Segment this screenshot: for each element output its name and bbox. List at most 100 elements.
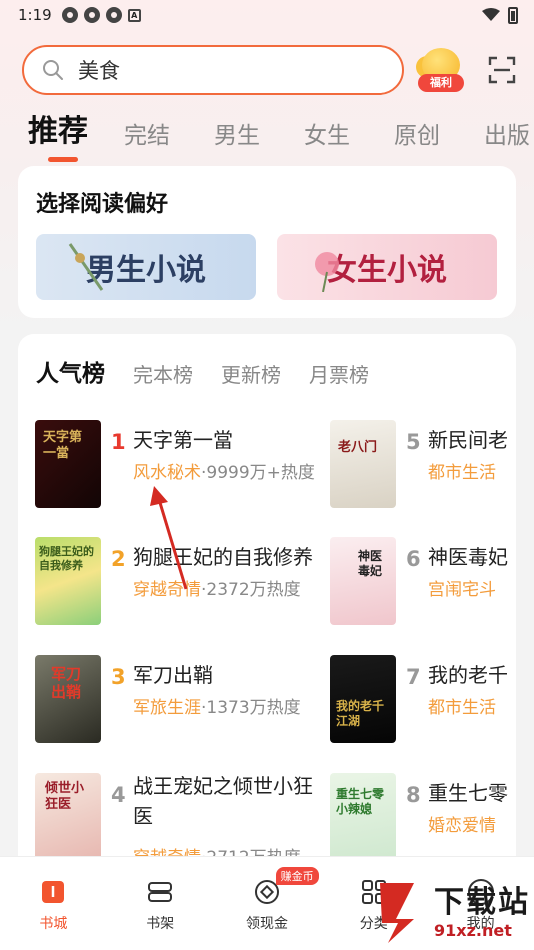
- flower-icon: [315, 252, 339, 292]
- welfare-button[interactable]: 福利: [416, 48, 464, 94]
- rank-number: 6: [406, 547, 421, 571]
- book-genre[interactable]: 婚恋爱情: [428, 816, 496, 836]
- scan-icon[interactable]: [488, 56, 516, 84]
- tab-original[interactable]: 原创: [394, 116, 440, 150]
- app-notification-icon: [83, 7, 100, 23]
- cover-title: 我的老千江湖: [336, 699, 385, 728]
- tab-update-rank[interactable]: 更新榜: [221, 359, 281, 388]
- female-novel-button[interactable]: 女生小说: [277, 234, 497, 300]
- cover-title: 狗腿王妃的自我修养: [39, 545, 94, 572]
- tab-male[interactable]: 男生: [214, 116, 260, 150]
- rank-number: 4: [111, 783, 126, 807]
- preference-title: 选择阅读偏好: [36, 192, 169, 217]
- search-row: 美食 福利: [22, 44, 516, 96]
- tab-completed[interactable]: 完结: [124, 116, 170, 150]
- book-meta: 婚恋爱情: [428, 811, 496, 836]
- rank-number: 2: [111, 547, 126, 571]
- tab-earn-cash[interactable]: 赚金币 领现金: [214, 857, 321, 950]
- book-title: 我的老千: [428, 663, 508, 687]
- book-title: 重生七零: [428, 781, 508, 805]
- search-input[interactable]: 美食: [22, 45, 404, 95]
- book-cover: 老八门: [330, 420, 396, 508]
- bookstore-icon: [42, 881, 65, 903]
- book-title: 新民间老: [428, 428, 508, 452]
- welfare-label: 福利: [418, 74, 464, 92]
- book-genre[interactable]: 都市生活: [428, 698, 496, 718]
- earn-coin-badge: 赚金币: [275, 867, 319, 885]
- bookshelf-icon: [148, 882, 173, 902]
- battery-icon: [508, 6, 518, 24]
- book-cover: 我的老千江湖: [330, 655, 396, 743]
- tab-label: 书城: [39, 916, 68, 932]
- wifi-icon: [482, 8, 500, 21]
- book-title: 天字第一當: [133, 428, 233, 452]
- site-watermark: 下载站 91xz.net: [374, 874, 534, 950]
- rank-book-5[interactable]: 老八门 5 新民间老 都市生活: [330, 420, 516, 510]
- book-title: 战王宠妃之倾世小狂医: [133, 774, 313, 828]
- cover-title: 军刀出鞘: [51, 665, 82, 701]
- annotation-arrow-icon: [150, 486, 188, 590]
- watermark-url: 91xz.net: [434, 920, 512, 940]
- rank-right-column: 老八门 5 新民间老 都市生活 神医毒妃 6 神医毒妃 宫闱宅斗 我的老千江湖 …: [330, 420, 516, 880]
- book-meta: 军旅生涯·1373万热度: [133, 693, 301, 718]
- cover-title: 天字第一當: [43, 430, 83, 461]
- book-cover: 神医毒妃: [330, 537, 396, 625]
- channel-tabs: 推荐 完结 男生 女生 原创 出版: [28, 106, 534, 162]
- book-cover: 天字第一當: [35, 420, 101, 508]
- rank-number: 8: [406, 783, 421, 807]
- book-genre[interactable]: 军旅生涯: [133, 698, 201, 718]
- rank-book-6[interactable]: 神医毒妃 6 神医毒妃 宫闱宅斗: [330, 537, 516, 627]
- rank-number: 7: [406, 665, 421, 689]
- tab-completed-rank[interactable]: 完本榜: [133, 359, 193, 388]
- tab-label: 书架: [146, 916, 175, 932]
- cover-title: 老八门: [338, 440, 378, 455]
- rank-number: 1: [111, 430, 126, 454]
- book-cover: 倾世小狂医: [35, 773, 101, 861]
- sword-icon: [68, 243, 104, 291]
- book-meta: 都市生活: [428, 458, 496, 483]
- tab-monthly-rank[interactable]: 月票榜: [309, 359, 369, 388]
- cover-title: 重生七零小辣媳: [336, 787, 385, 816]
- rank-number: 5: [406, 430, 421, 454]
- book-heat: ·9999万+热度: [201, 463, 315, 483]
- tab-bookshelf[interactable]: 书架: [107, 857, 214, 950]
- book-cover: 军刀出鞘: [35, 655, 101, 743]
- book-meta: 风水秘术·9999万+热度: [133, 458, 315, 483]
- cover-title: 神医毒妃: [358, 549, 383, 578]
- ranking-tabs: 人气榜 完本榜 更新榜 月票榜: [36, 354, 397, 388]
- book-cover: 重生七零小辣媳: [330, 773, 396, 861]
- rank-book-3[interactable]: 军刀出鞘 3 军刀出鞘 军旅生涯·1373万热度: [35, 655, 315, 745]
- tab-publish[interactable]: 出版: [484, 116, 530, 150]
- watermark-logo-icon: [380, 883, 414, 943]
- app-notification-icon: [61, 7, 78, 23]
- book-genre[interactable]: 都市生活: [428, 463, 496, 483]
- book-genre[interactable]: 风水秘术: [133, 463, 201, 483]
- tab-label: 领现金: [245, 916, 288, 932]
- book-heat: ·2372万热度: [201, 580, 301, 600]
- male-novel-button[interactable]: 男生小说: [36, 234, 256, 300]
- a-notification-icon: A: [127, 8, 141, 22]
- status-time: 1:19: [18, 6, 52, 24]
- book-cover: 狗腿王妃的自我修养: [35, 537, 101, 625]
- tab-bookstore[interactable]: 书城: [0, 857, 107, 950]
- ranking-card: 人气榜 完本榜 更新榜 月票榜 天字第一當 1 天字第一當 风水秘术·9999万…: [18, 334, 516, 894]
- cover-title: 倾世小狂医: [45, 781, 85, 812]
- book-meta: 宫闱宅斗: [428, 575, 496, 600]
- rank-number: 3: [111, 665, 126, 689]
- notification-icons: A: [61, 7, 141, 23]
- search-placeholder: 美食: [78, 59, 120, 83]
- book-title: 军刀出鞘: [133, 663, 213, 687]
- status-bar: 1:19 A: [0, 0, 534, 30]
- tab-female[interactable]: 女生: [304, 116, 350, 150]
- tab-popular-rank[interactable]: 人气榜: [36, 354, 105, 388]
- watermark-title: 下载站: [434, 884, 530, 920]
- preference-card: 选择阅读偏好 男生小说 女生小说: [18, 166, 516, 318]
- rank-book-8[interactable]: 重生七零小辣媳 8 重生七零 婚恋爱情: [330, 773, 516, 863]
- book-heat: ·1373万热度: [201, 698, 301, 718]
- book-genre[interactable]: 宫闱宅斗: [428, 580, 496, 600]
- book-meta: 都市生活: [428, 693, 496, 718]
- book-title: 神医毒妃: [428, 545, 508, 569]
- rank-book-7[interactable]: 我的老千江湖 7 我的老千 都市生活: [330, 655, 516, 745]
- app-notification-icon: [105, 7, 122, 23]
- tab-recommend[interactable]: 推荐: [28, 106, 88, 162]
